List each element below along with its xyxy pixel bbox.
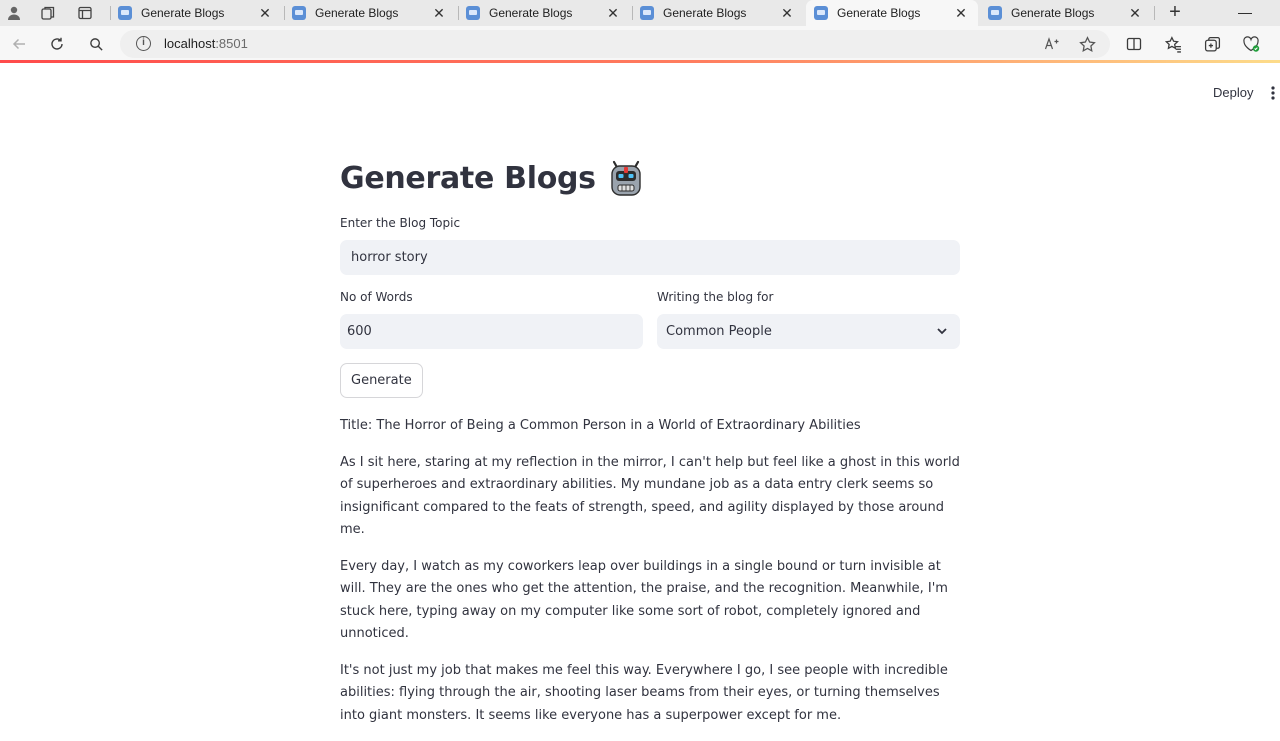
- page-title-row: Generate Blogs: [340, 150, 960, 206]
- collections-icon[interactable]: [1202, 34, 1222, 54]
- options-row: No of Words 600 Writing the blog for Com…: [340, 290, 960, 349]
- tab-separator: [110, 6, 111, 20]
- blog-output: Title: The Horror of Being a Common Pers…: [340, 415, 960, 727]
- browser-toolbar: i localhost:8501: [0, 26, 1280, 61]
- site-info-icon[interactable]: i: [136, 36, 151, 51]
- header-decoration-bar: [0, 60, 1280, 63]
- address-bar[interactable]: i localhost:8501: [120, 30, 1110, 58]
- browser-tab[interactable]: Generate Blogs ✕: [284, 0, 456, 26]
- blog-paragraph: It's not just my job that makes me feel …: [340, 662, 948, 723]
- close-icon[interactable]: ✕: [779, 5, 795, 22]
- tab-title: Generate Blogs: [1011, 6, 1095, 20]
- topic-label: Enter the Blog Topic: [340, 216, 461, 230]
- topic-input[interactable]: horror story: [340, 240, 960, 275]
- favorites-icon[interactable]: [1163, 34, 1183, 54]
- browser-tab[interactable]: Generate Blogs ✕: [980, 0, 1152, 26]
- favorite-star-icon[interactable]: [1077, 34, 1097, 54]
- tab-separator: [458, 6, 459, 20]
- favicon-icon: [814, 6, 828, 20]
- deploy-button[interactable]: Deploy: [1205, 83, 1261, 102]
- favicon-icon: [988, 6, 1002, 20]
- audience-select[interactable]: Common People: [657, 314, 960, 349]
- close-icon[interactable]: ✕: [1127, 5, 1143, 22]
- robot-emoji-icon: [611, 160, 641, 196]
- tab-title: Generate Blogs: [663, 6, 747, 20]
- tab-separator: [632, 6, 633, 20]
- close-icon[interactable]: ✕: [605, 5, 621, 22]
- favicon-icon: [292, 6, 306, 20]
- page-title: Generate Blogs: [340, 160, 596, 196]
- audience-selected-value: Common People: [666, 324, 772, 339]
- back-icon[interactable]: [9, 34, 29, 54]
- tab-separator: [284, 6, 285, 20]
- browser-tab-strip: Generate Blogs ✕ Generate Blogs ✕ Genera…: [0, 0, 1280, 26]
- main-menu-icon[interactable]: [1266, 85, 1280, 101]
- browser-tab[interactable]: Generate Blogs ✕: [632, 0, 804, 26]
- search-icon[interactable]: [86, 34, 106, 54]
- url-text: localhost:8501: [164, 36, 248, 51]
- generate-button[interactable]: Generate: [340, 363, 423, 398]
- blog-paragraph: As I sit here, staring at my reflection …: [340, 454, 960, 538]
- workspaces-icon[interactable]: [39, 4, 57, 22]
- url-host: localhost: [164, 36, 216, 51]
- read-aloud-icon[interactable]: [1042, 34, 1062, 54]
- close-icon[interactable]: ✕: [953, 5, 969, 22]
- split-screen-icon[interactable]: [1124, 34, 1144, 54]
- tab-title: Generate Blogs: [141, 6, 225, 20]
- tab-title: Generate Blogs: [489, 6, 573, 20]
- favicon-icon: [466, 6, 480, 20]
- favicon-icon: [118, 6, 132, 20]
- browser-essentials-icon[interactable]: [1241, 34, 1261, 54]
- words-input[interactable]: 600: [340, 314, 643, 349]
- tab-actions-icon[interactable]: [76, 4, 94, 22]
- close-icon[interactable]: ✕: [257, 5, 273, 22]
- browser-tab[interactable]: Generate Blogs ✕: [110, 0, 282, 26]
- tab-title: Generate Blogs: [315, 6, 399, 20]
- blog-title: Title: The Horror of Being a Common Pers…: [340, 418, 861, 433]
- new-tab-icon[interactable]: +: [1163, 1, 1187, 25]
- main-content: Generate Blogs Enter the Blog Topic horr…: [340, 150, 960, 741]
- favicon-icon: [640, 6, 654, 20]
- audience-label: Writing the blog for: [657, 290, 774, 304]
- close-icon[interactable]: ✕: [431, 5, 447, 22]
- tab-title: Generate Blogs: [837, 6, 921, 20]
- url-port: :8501: [215, 36, 248, 51]
- audience-column: Writing the blog for Common People: [657, 290, 960, 349]
- browser-tab-active[interactable]: Generate Blogs ✕: [806, 0, 978, 26]
- chevron-down-icon: [937, 328, 947, 335]
- profile-icon[interactable]: [5, 4, 23, 22]
- blog-paragraph: Every day, I watch as my coworkers leap …: [340, 558, 948, 642]
- words-column: No of Words 600: [340, 290, 643, 349]
- tab-separator: [1154, 6, 1155, 20]
- browser-tab[interactable]: Generate Blogs ✕: [458, 0, 630, 26]
- refresh-icon[interactable]: [47, 34, 67, 54]
- minimize-icon[interactable]: —: [1222, 0, 1268, 26]
- words-label: No of Words: [340, 290, 413, 304]
